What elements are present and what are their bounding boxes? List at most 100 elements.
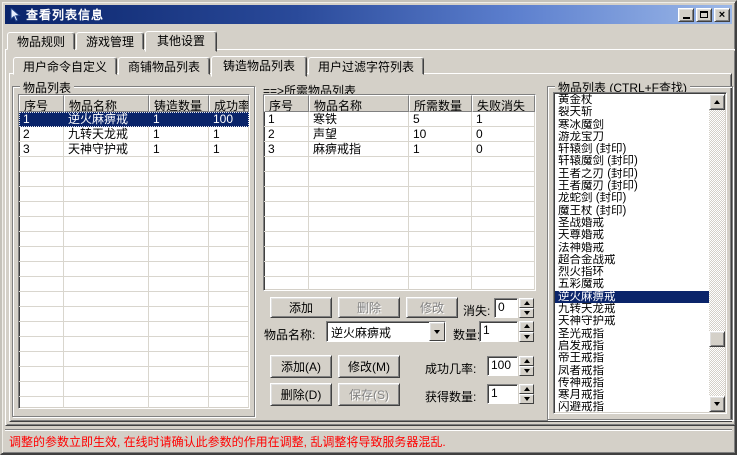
scrollbar-track[interactable] [709,110,725,396]
list-item[interactable]: 烈火指环 [555,266,709,278]
cell [309,202,409,217]
cell [149,367,209,382]
cell [149,337,209,352]
table-row[interactable]: 3麻痹戒指10 [264,142,535,157]
list-item[interactable]: 九转天龙戒 [555,303,709,315]
cell [209,367,249,382]
forge-item-table[interactable]: 序号 物品名称 铸造数量 成功率 1逆火麻痹戒11002九转天龙戒113天神守护… [18,94,250,409]
forge-add-button[interactable]: 添加(A) [270,355,332,378]
tab-forge-items[interactable]: 铸造物品列表 [211,56,307,77]
list-item[interactable]: 天尊婚戒 [555,229,709,241]
obtain-qty-stepper[interactable]: 1 [487,384,534,404]
list-item[interactable]: 超合金战戒 [555,254,709,266]
forge-modify-button[interactable]: 修改(M) [338,355,400,378]
list-item[interactable]: 寒月戒指 [555,389,709,401]
quantity-value[interactable]: 1 [479,321,518,342]
column-header[interactable]: 成功率 [209,95,249,112]
list-item[interactable]: 帝王戒指 [555,352,709,364]
table-row[interactable]: 1逆火麻痹戒1100 [19,112,249,127]
column-header[interactable]: 铸造数量 [149,95,209,112]
tab-user-commands[interactable]: 用户命令自定义 [13,57,117,75]
cell [19,217,64,232]
column-header[interactable]: 所需数量 [409,95,472,112]
success-rate-stepper[interactable]: 100 [487,356,534,376]
quantity-stepper[interactable]: 1 [479,321,534,342]
required-item-table[interactable]: 序号 物品名称 所需数量 失败消失 1寒铁512声望1003麻痹戒指10 [263,94,536,291]
list-item[interactable]: 圣光戒指 [555,328,709,340]
tab-filter-words[interactable]: 用户过滤字符列表 [308,57,424,75]
cell [472,262,535,277]
disappear-stepper[interactable]: 0 [494,298,534,318]
vertical-scrollbar[interactable] [709,94,725,412]
list-item[interactable]: 闪避戒指 [555,401,709,412]
list-item[interactable]: 凤者戒指 [555,365,709,377]
chevron-up-icon[interactable] [519,356,534,366]
list-item[interactable]: 逆火麻痹戒 [555,291,709,303]
tab-shop-items[interactable]: 商铺物品列表 [118,57,210,75]
list-item[interactable]: 法神婚戒 [555,242,709,254]
tab-game-management[interactable]: 游戏管理 [76,32,144,50]
close-button[interactable]: × [714,8,730,22]
chevron-down-icon[interactable] [519,308,534,318]
list-item[interactable]: 轩辕剑 (封印) [555,143,709,155]
scrollbar-thumb[interactable] [709,331,725,347]
chevron-up-icon[interactable] [519,384,534,394]
table-row-empty [264,247,535,262]
minimize-button[interactable] [678,8,694,22]
cell [309,172,409,187]
cell [19,232,64,247]
arrow-up-icon[interactable] [709,94,725,110]
list-item[interactable]: 天神守护戒 [555,315,709,327]
obtain-qty-label: 获得数量: [425,388,476,405]
required-modify-button[interactable]: 修改 [406,297,458,318]
cell [409,202,472,217]
success-rate-value[interactable]: 100 [487,356,518,376]
cell [209,322,249,337]
chevron-down-icon[interactable] [519,394,534,404]
list-item[interactable]: 传神戒指 [555,377,709,389]
list-item[interactable]: 魔王杖 (封印) [555,205,709,217]
column-header[interactable]: 序号 [19,95,64,112]
required-add-button[interactable]: 添加 [270,297,332,318]
required-delete-button[interactable]: 删除 [338,297,400,318]
tab-other-settings[interactable]: 其他设置 [145,31,217,52]
forge-delete-button[interactable]: 删除(D) [270,383,332,406]
list-item[interactable]: 圣战婚戒 [555,217,709,229]
column-header[interactable]: 失败消失 [472,95,535,112]
tab-item-rules[interactable]: 物品规则 [7,32,75,50]
maximize-button[interactable] [696,8,712,22]
chevron-down-icon[interactable] [519,332,534,343]
column-header[interactable]: 序号 [264,95,309,112]
title-bar[interactable]: 查看列表信息 × [5,5,732,24]
obtain-qty-value[interactable]: 1 [487,384,518,404]
chevron-down-icon[interactable] [429,322,445,341]
item-name-dropdown[interactable]: 逆火麻痹戒 [326,321,446,342]
table-row[interactable]: 2声望100 [264,127,535,142]
forge-save-button[interactable]: 保存(S) [338,383,400,406]
list-item[interactable]: 裂天斩 [555,106,709,118]
table-row[interactable]: 2九转天龙戒11 [19,127,249,142]
table-row[interactable]: 1寒铁51 [264,112,535,127]
list-item[interactable]: 黄金杖 [555,94,709,106]
cell [409,277,472,291]
list-item[interactable]: 寒冰魔剑 [555,119,709,131]
cell: 1 [149,112,209,127]
item-listbox[interactable]: 黄金杖裂天斩寒冰魔剑游龙宝刀轩辕剑 (封印)轩辕魔剑 (封印)王者之刃 (封印)… [555,94,709,412]
table-row-empty [19,337,249,352]
chevron-up-icon[interactable] [519,298,534,308]
column-header[interactable]: 物品名称 [64,95,149,112]
list-item[interactable]: 游龙宝刀 [555,131,709,143]
cell [149,382,209,397]
table-row[interactable]: 3天神守护戒11 [19,142,249,157]
list-item[interactable]: 轩辕魔剑 (封印) [555,155,709,167]
disappear-value[interactable]: 0 [494,298,518,318]
column-header[interactable]: 物品名称 [309,95,409,112]
arrow-down-icon[interactable] [709,396,725,412]
list-item[interactable]: 王者之刃 (封印) [555,168,709,180]
list-item[interactable]: 王者魔刃 (封印) [555,180,709,192]
list-item[interactable]: 龙蛇剑 (封印) [555,192,709,204]
list-item[interactable]: 启发戒指 [555,340,709,352]
chevron-down-icon[interactable] [519,366,534,376]
chevron-up-icon[interactable] [519,321,534,332]
list-item[interactable]: 五彩魔戒 [555,278,709,290]
